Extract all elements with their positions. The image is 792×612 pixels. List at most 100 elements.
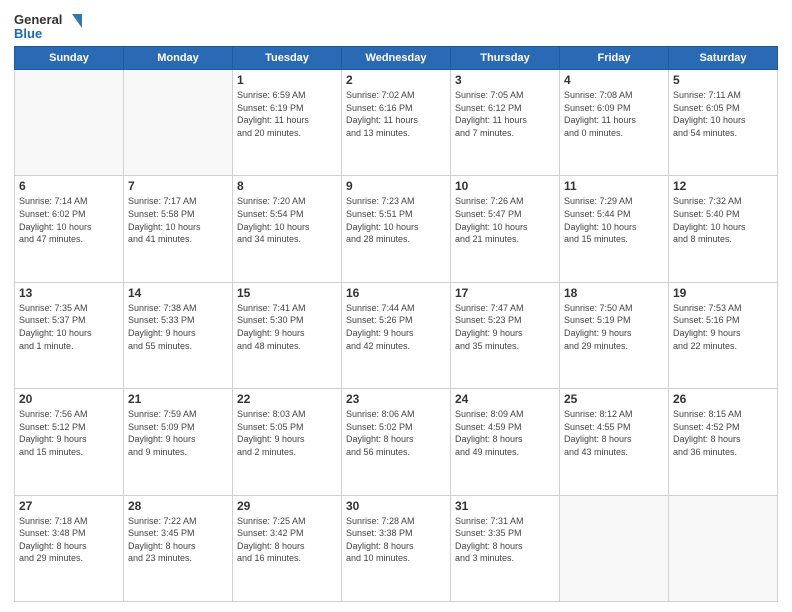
day-info: Sunrise: 7:08 AM Sunset: 6:09 PM Dayligh… <box>564 89 664 139</box>
calendar-cell: 13 Sunrise: 7:35 AM Sunset: 5:37 PM Dayli… <box>15 282 124 388</box>
day-info: Sunrise: 7:38 AM Sunset: 5:33 PM Dayligh… <box>128 302 228 352</box>
day-header-sunday: Sunday <box>15 47 124 70</box>
day-info: Sunrise: 7:22 AM Sunset: 3:45 PM Dayligh… <box>128 515 228 565</box>
day-number: 9 <box>346 179 446 193</box>
day-number: 31 <box>455 499 555 513</box>
day-info: Sunrise: 7:35 AM Sunset: 5:37 PM Dayligh… <box>19 302 119 352</box>
calendar-cell: 31Sunrise: 7:31 AM Sunset: 3:35 PM Dayli… <box>451 495 560 601</box>
calendar-cell: 21Sunrise: 7:59 AM Sunset: 5:09 PM Dayli… <box>124 389 233 495</box>
day-info: Sunrise: 7:20 AM Sunset: 5:54 PM Dayligh… <box>237 195 337 245</box>
day-header-wednesday: Wednesday <box>342 47 451 70</box>
day-info: Sunrise: 7:14 AM Sunset: 6:02 PM Dayligh… <box>19 195 119 245</box>
calendar-cell: 3 Sunrise: 7:05 AM Sunset: 6:12 PM Daylig… <box>451 70 560 176</box>
day-info: Sunrise: 7:05 AM Sunset: 6:12 PM Dayligh… <box>455 89 555 139</box>
day-number: 5 <box>673 73 773 87</box>
calendar-cell: 4 Sunrise: 7:08 AM Sunset: 6:09 PM Daylig… <box>560 70 669 176</box>
calendar-cell: 26Sunrise: 8:15 AM Sunset: 4:52 PM Dayli… <box>669 389 778 495</box>
day-number: 11 <box>564 179 664 193</box>
day-number: 19 <box>673 286 773 300</box>
day-info: Sunrise: 7:26 AM Sunset: 5:47 PM Dayligh… <box>455 195 555 245</box>
calendar-cell: 14 Sunrise: 7:38 AM Sunset: 5:33 PM Dayli… <box>124 282 233 388</box>
day-number: 28 <box>128 499 228 513</box>
day-number: 16 <box>346 286 446 300</box>
calendar-cell: 23 Sunrise: 8:06 AM Sunset: 5:02 PM Dayli… <box>342 389 451 495</box>
day-info: Sunrise: 7:56 AM Sunset: 5:12 PM Dayligh… <box>19 408 119 458</box>
day-info: Sunrise: 7:41 AM Sunset: 5:30 PM Dayligh… <box>237 302 337 352</box>
calendar-cell: 20 Sunrise: 7:56 AM Sunset: 5:12 PM Dayli… <box>15 389 124 495</box>
calendar-cell: 15Sunrise: 7:41 AM Sunset: 5:30 PM Dayli… <box>233 282 342 388</box>
calendar-cell: 28 Sunrise: 7:22 AM Sunset: 3:45 PM Dayli… <box>124 495 233 601</box>
calendar-table: SundayMondayTuesdayWednesdayThursdayFrid… <box>14 46 778 602</box>
days-header-row: SundayMondayTuesdayWednesdayThursdayFrid… <box>15 47 778 70</box>
day-info: Sunrise: 7:50 AM Sunset: 5:19 PM Dayligh… <box>564 302 664 352</box>
calendar-cell <box>560 495 669 601</box>
day-info: Sunrise: 7:23 AM Sunset: 5:51 PM Dayligh… <box>346 195 446 245</box>
week-row-4: 20 Sunrise: 7:56 AM Sunset: 5:12 PM Dayli… <box>15 389 778 495</box>
header: GeneralBlue <box>14 10 778 40</box>
day-number: 14 <box>128 286 228 300</box>
day-number: 17 <box>455 286 555 300</box>
day-number: 13 <box>19 286 119 300</box>
calendar-cell: 18 Sunrise: 7:50 AM Sunset: 5:19 PM Dayli… <box>560 282 669 388</box>
day-info: Sunrise: 7:44 AM Sunset: 5:26 PM Dayligh… <box>346 302 446 352</box>
day-info: Sunrise: 7:11 AM Sunset: 6:05 PM Dayligh… <box>673 89 773 139</box>
calendar-cell: 2Sunrise: 7:02 AM Sunset: 6:16 PM Daylig… <box>342 70 451 176</box>
day-number: 27 <box>19 499 119 513</box>
day-info: Sunrise: 8:09 AM Sunset: 4:59 PM Dayligh… <box>455 408 555 458</box>
calendar-cell: 19 Sunrise: 7:53 AM Sunset: 5:16 PM Dayli… <box>669 282 778 388</box>
day-header-thursday: Thursday <box>451 47 560 70</box>
day-number: 12 <box>673 179 773 193</box>
day-info: Sunrise: 7:18 AM Sunset: 3:48 PM Dayligh… <box>19 515 119 565</box>
day-header-friday: Friday <box>560 47 669 70</box>
calendar-cell: 6 Sunrise: 7:14 AM Sunset: 6:02 PM Daylig… <box>15 176 124 282</box>
calendar-cell: 22Sunrise: 8:03 AM Sunset: 5:05 PM Dayli… <box>233 389 342 495</box>
day-info: Sunrise: 6:59 AM Sunset: 6:19 PM Dayligh… <box>237 89 337 139</box>
calendar-cell: 5 Sunrise: 7:11 AM Sunset: 6:05 PM Daylig… <box>669 70 778 176</box>
day-info: Sunrise: 8:03 AM Sunset: 5:05 PM Dayligh… <box>237 408 337 458</box>
calendar-cell: 17 Sunrise: 7:47 AM Sunset: 5:23 PM Dayli… <box>451 282 560 388</box>
day-info: Sunrise: 7:53 AM Sunset: 5:16 PM Dayligh… <box>673 302 773 352</box>
day-info: Sunrise: 7:29 AM Sunset: 5:44 PM Dayligh… <box>564 195 664 245</box>
calendar-cell: 7 Sunrise: 7:17 AM Sunset: 5:58 PM Daylig… <box>124 176 233 282</box>
day-header-tuesday: Tuesday <box>233 47 342 70</box>
svg-text:General: General <box>14 12 62 27</box>
day-number: 18 <box>564 286 664 300</box>
calendar-cell: 24 Sunrise: 8:09 AM Sunset: 4:59 PM Dayli… <box>451 389 560 495</box>
day-info: Sunrise: 8:12 AM Sunset: 4:55 PM Dayligh… <box>564 408 664 458</box>
day-number: 23 <box>346 392 446 406</box>
day-number: 4 <box>564 73 664 87</box>
day-number: 20 <box>19 392 119 406</box>
day-number: 26 <box>673 392 773 406</box>
calendar-cell <box>124 70 233 176</box>
day-number: 10 <box>455 179 555 193</box>
calendar-cell: 10 Sunrise: 7:26 AM Sunset: 5:47 PM Dayli… <box>451 176 560 282</box>
svg-text:Blue: Blue <box>14 26 42 40</box>
calendar-cell: 29 Sunrise: 7:25 AM Sunset: 3:42 PM Dayli… <box>233 495 342 601</box>
day-info: Sunrise: 7:47 AM Sunset: 5:23 PM Dayligh… <box>455 302 555 352</box>
calendar-cell: 9 Sunrise: 7:23 AM Sunset: 5:51 PM Daylig… <box>342 176 451 282</box>
logo: GeneralBlue <box>14 10 84 40</box>
day-header-saturday: Saturday <box>669 47 778 70</box>
day-info: Sunrise: 7:59 AM Sunset: 5:09 PM Dayligh… <box>128 408 228 458</box>
day-number: 6 <box>19 179 119 193</box>
calendar-cell <box>15 70 124 176</box>
day-info: Sunrise: 7:25 AM Sunset: 3:42 PM Dayligh… <box>237 515 337 565</box>
day-number: 29 <box>237 499 337 513</box>
week-row-5: 27 Sunrise: 7:18 AM Sunset: 3:48 PM Dayli… <box>15 495 778 601</box>
calendar-cell: 25Sunrise: 8:12 AM Sunset: 4:55 PM Dayli… <box>560 389 669 495</box>
day-info: Sunrise: 8:06 AM Sunset: 5:02 PM Dayligh… <box>346 408 446 458</box>
day-number: 7 <box>128 179 228 193</box>
calendar-cell <box>669 495 778 601</box>
day-number: 1 <box>237 73 337 87</box>
calendar-cell: 12Sunrise: 7:32 AM Sunset: 5:40 PM Dayli… <box>669 176 778 282</box>
calendar-cell: 11 Sunrise: 7:29 AM Sunset: 5:44 PM Dayli… <box>560 176 669 282</box>
day-number: 8 <box>237 179 337 193</box>
day-info: Sunrise: 7:17 AM Sunset: 5:58 PM Dayligh… <box>128 195 228 245</box>
day-number: 30 <box>346 499 446 513</box>
page: GeneralBlue SundayMondayTuesdayWednesday… <box>0 0 792 612</box>
day-header-monday: Monday <box>124 47 233 70</box>
day-number: 24 <box>455 392 555 406</box>
calendar-cell: 30 Sunrise: 7:28 AM Sunset: 3:38 PM Dayli… <box>342 495 451 601</box>
day-number: 3 <box>455 73 555 87</box>
day-info: Sunrise: 7:28 AM Sunset: 3:38 PM Dayligh… <box>346 515 446 565</box>
